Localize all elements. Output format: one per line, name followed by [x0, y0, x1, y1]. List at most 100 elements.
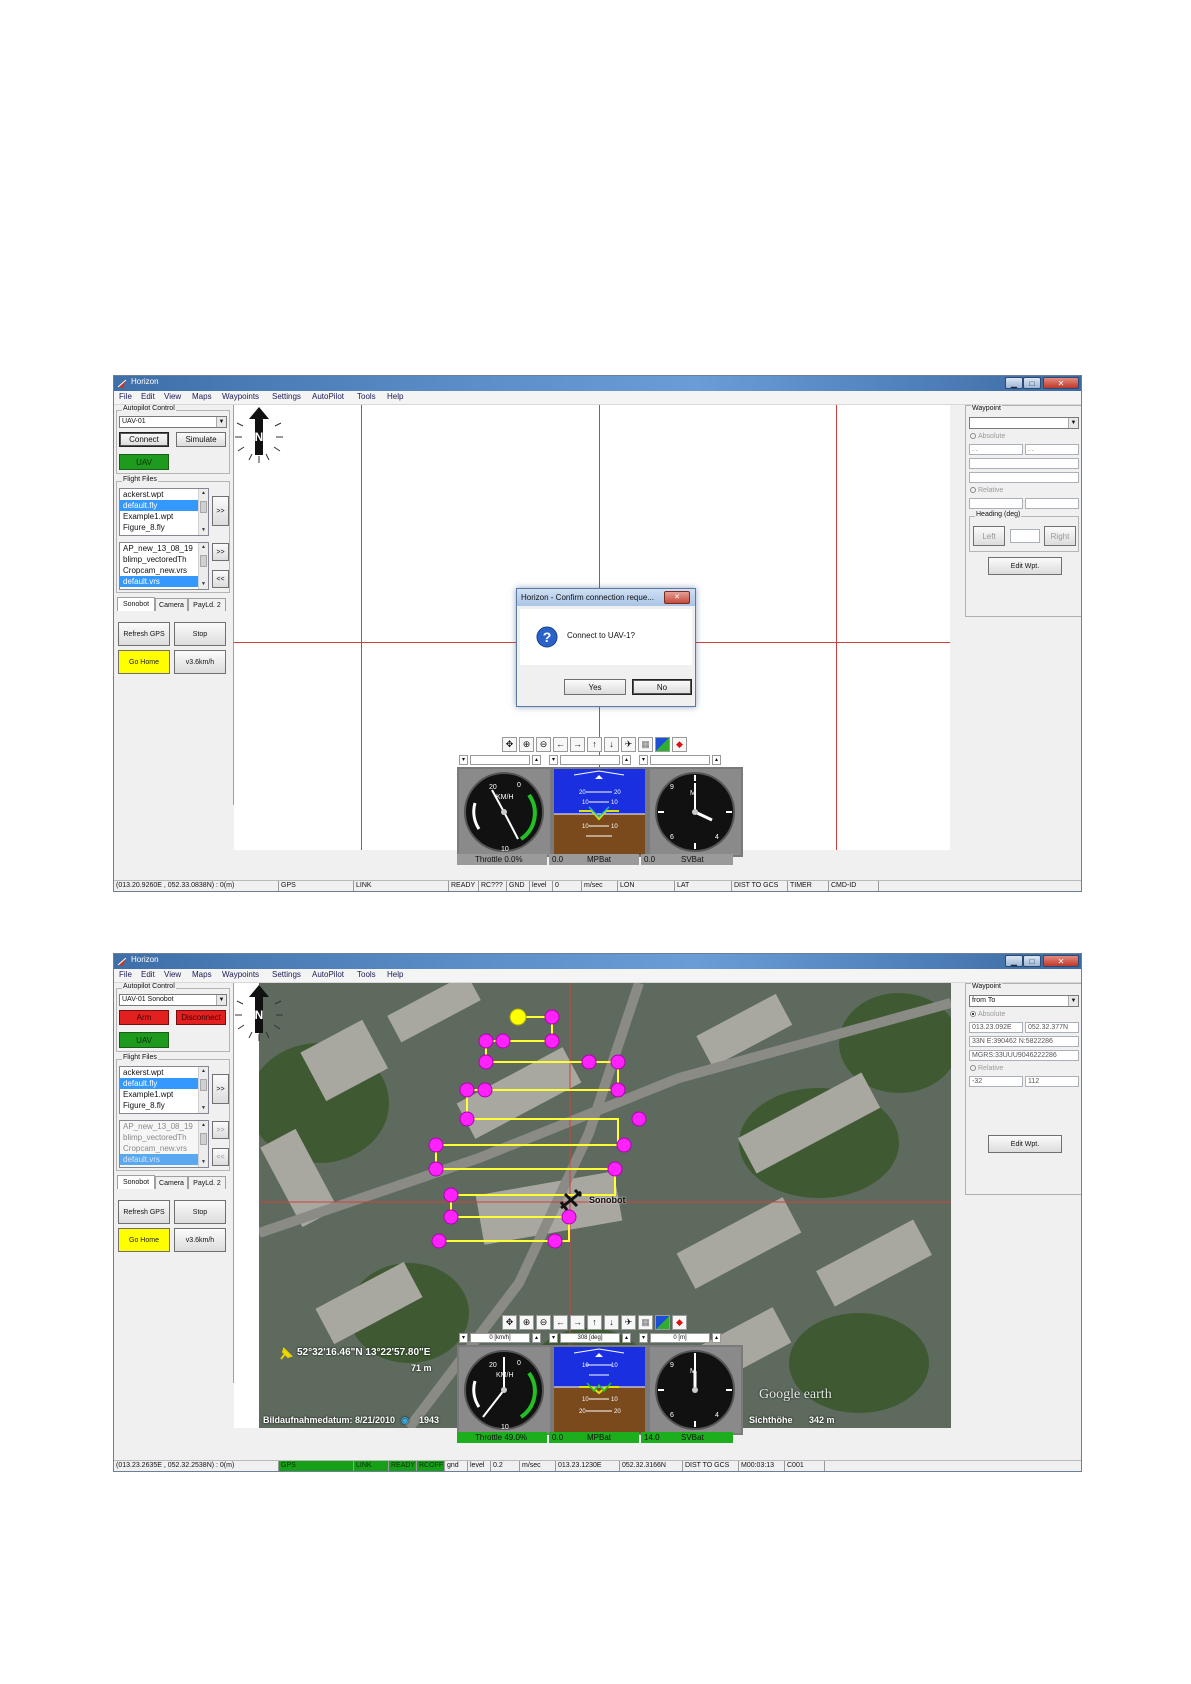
altitude-field[interactable]: [650, 755, 710, 765]
abs-lat-field[interactable]: . .: [1025, 444, 1079, 455]
chevron-down-icon[interactable]: ▼: [1068, 418, 1078, 428]
heading-right-button[interactable]: Right: [1044, 526, 1076, 546]
vehicle-config-list[interactable]: AP_new_13_08_19 blimp_vectoredTh Cropcam…: [119, 542, 209, 590]
altitude-field-arrow[interactable]: ▴: [712, 755, 721, 765]
zoom-out-icon[interactable]: ⊖: [536, 737, 551, 752]
arrow-up-icon[interactable]: ↑: [587, 1315, 602, 1330]
absolute-radio[interactable]: Absolute: [970, 433, 1005, 440]
heading-field-arrow[interactable]: ▴: [622, 755, 631, 765]
menu-maps[interactable]: Maps: [192, 970, 212, 979]
waypoint-select[interactable]: from To ▼: [969, 995, 1079, 1007]
close-window-button[interactable]: ✕: [1043, 955, 1079, 967]
uav-status-badge[interactable]: UAV: [119, 1032, 169, 1048]
satellite-icon[interactable]: ✈: [621, 1315, 636, 1330]
load-config-button[interactable]: >>: [212, 1121, 229, 1139]
list-item[interactable]: AP_new_13_08_19: [120, 1121, 208, 1132]
heading-left-button[interactable]: Left: [973, 526, 1005, 546]
tab-sonobot[interactable]: Sonobot: [117, 1175, 155, 1189]
scroll-down-icon[interactable]: ▼: [199, 580, 208, 589]
scroll-thumb[interactable]: [200, 1133, 207, 1145]
list-item[interactable]: Example1.wpt: [120, 511, 208, 522]
menu-tools[interactable]: Tools: [357, 970, 376, 979]
abs-utm-field[interactable]: [969, 458, 1079, 469]
menu-maps[interactable]: Maps: [192, 392, 212, 401]
tab-camera[interactable]: Camera: [155, 598, 188, 611]
abs-utm-field[interactable]: 33N E:390462 N:5822286: [969, 1036, 1079, 1047]
list-item[interactable]: blimp_vectoredTh: [120, 1132, 208, 1143]
dialog-close-button[interactable]: ✕: [664, 591, 690, 604]
scroll-up-icon[interactable]: ▲: [199, 489, 208, 498]
chevron-down-icon[interactable]: ▼: [216, 995, 226, 1005]
disconnect-button[interactable]: Disconnect: [176, 1010, 226, 1025]
stop-button[interactable]: Stop: [174, 1200, 226, 1224]
scroll-down-icon[interactable]: ▼: [199, 1104, 208, 1113]
scrollbar[interactable]: ▲ ▼: [198, 543, 208, 589]
flight-plan-list[interactable]: ackerst.wpt default.fly Example1.wpt Fig…: [119, 1066, 209, 1114]
arrow-right-icon[interactable]: →: [570, 737, 585, 752]
connect-button[interactable]: Connect: [119, 432, 169, 447]
list-item[interactable]: Cropcam_new.vrs: [120, 565, 208, 576]
grid-icon[interactable]: ▦: [638, 1315, 653, 1330]
vehicle-config-list[interactable]: AP_new_13_08_19 blimp_vectoredTh Cropcam…: [119, 1120, 209, 1168]
heading-field[interactable]: 308 [deg]: [560, 1333, 620, 1343]
uav-select[interactable]: UAV-01 ▼: [119, 416, 227, 428]
scroll-thumb[interactable]: [200, 501, 207, 513]
list-item[interactable]: Example1.wpt: [120, 1089, 208, 1100]
minimize-button[interactable]: ▁: [1005, 955, 1023, 967]
arrow-left-icon[interactable]: ←: [553, 737, 568, 752]
refresh-gps-button[interactable]: Refresh GPS: [118, 1200, 170, 1224]
list-item[interactable]: blimp_vectoredTh: [120, 554, 208, 565]
list-item[interactable]: default.vrs: [120, 576, 208, 587]
heading-field-arrow[interactable]: ▴: [622, 1333, 631, 1343]
zoom-in-icon[interactable]: ⊕: [519, 737, 534, 752]
scroll-down-icon[interactable]: ▼: [199, 1158, 208, 1167]
arrow-down-icon[interactable]: ↓: [604, 1315, 619, 1330]
list-item[interactable]: default.vrs: [120, 1154, 208, 1165]
pan-icon[interactable]: ✥: [502, 1315, 517, 1330]
speed-field-arrow[interactable]: ▾: [459, 1333, 468, 1343]
speed-field-arrow[interactable]: ▾: [459, 755, 468, 765]
menu-settings[interactable]: Settings: [272, 970, 301, 979]
arrow-down-icon[interactable]: ↓: [604, 737, 619, 752]
chevron-down-icon[interactable]: ▼: [1068, 996, 1078, 1006]
rel-y-field[interactable]: 112: [1025, 1076, 1079, 1087]
speed-button[interactable]: v3.6km/h: [174, 650, 226, 674]
go-home-button[interactable]: Go Home: [118, 1228, 170, 1252]
minimize-button[interactable]: ▁: [1005, 377, 1023, 389]
abs-lon-field[interactable]: 013.23.092E: [969, 1022, 1023, 1033]
altitude-field-arrow[interactable]: ▾: [639, 1333, 648, 1343]
abs-lat-field[interactable]: 052.32.377N: [1025, 1022, 1079, 1033]
load-flight-plan-button[interactable]: >>: [212, 496, 229, 526]
scroll-up-icon[interactable]: ▲: [199, 1067, 208, 1076]
load-config-button[interactable]: >>: [212, 543, 229, 561]
abs-mgrs-field[interactable]: MGRS:33UUU9046222286: [969, 1050, 1079, 1061]
stop-button[interactable]: Stop: [174, 622, 226, 646]
abs-mgrs-field[interactable]: [969, 472, 1079, 483]
relative-radio[interactable]: Relative: [970, 1065, 1003, 1072]
simulate-button[interactable]: Simulate: [176, 432, 226, 447]
altitude-field-arrow[interactable]: ▾: [639, 755, 648, 765]
list-item[interactable]: Figure_8.fly: [120, 522, 208, 533]
close-window-button[interactable]: ✕: [1043, 377, 1079, 389]
arrow-up-icon[interactable]: ↑: [587, 737, 602, 752]
scrollbar[interactable]: ▲ ▼: [198, 1067, 208, 1113]
menu-edit[interactable]: Edit: [141, 970, 155, 979]
maximize-button[interactable]: □: [1023, 955, 1041, 967]
rel-x-field[interactable]: -32: [969, 1076, 1023, 1087]
earth-view-icon[interactable]: [655, 1315, 670, 1330]
speed-button[interactable]: v3.6km/h: [174, 1228, 226, 1252]
tab-payload-2[interactable]: PayLd. 2: [188, 598, 226, 611]
rel-x-field[interactable]: [969, 498, 1023, 509]
menu-edit[interactable]: Edit: [141, 392, 155, 401]
unload-config-button[interactable]: <<: [212, 570, 229, 588]
relative-radio[interactable]: Relative: [970, 487, 1003, 494]
scroll-down-icon[interactable]: ▼: [199, 526, 208, 535]
list-item[interactable]: Figure_8.fly: [120, 1100, 208, 1111]
scroll-up-icon[interactable]: ▲: [199, 1121, 208, 1130]
zoom-out-icon[interactable]: ⊖: [536, 1315, 551, 1330]
abs-lon-field[interactable]: . .: [969, 444, 1023, 455]
tab-payload-2[interactable]: PayLd. 2: [188, 1176, 226, 1189]
speed-field-arrow[interactable]: ▴: [532, 1333, 541, 1343]
edit-waypoint-button[interactable]: Edit Wpt.: [988, 557, 1062, 575]
earth-view-icon[interactable]: [655, 737, 670, 752]
